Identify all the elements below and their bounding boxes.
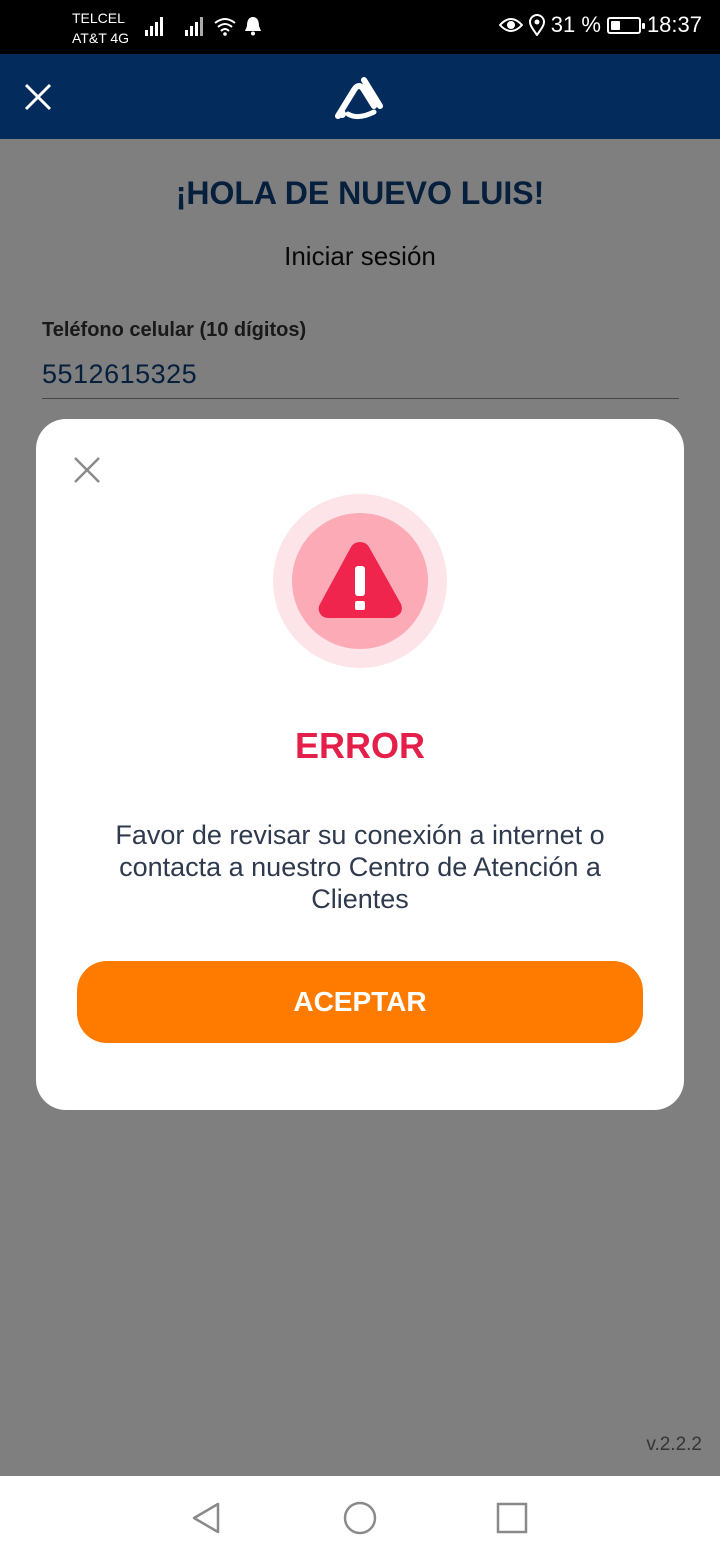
error-title: ERROR: [294, 725, 425, 766]
system-nav-bar: [0, 1476, 720, 1560]
signal-icon: [145, 17, 163, 36]
location-icon: [528, 14, 545, 36]
back-triangle-icon[interactable]: [188, 1500, 224, 1536]
battery-icon: [606, 16, 645, 34]
bell-icon: [245, 17, 261, 36]
accept-button[interactable]: ACEPTAR: [77, 961, 643, 1043]
error-dialog: ERROR Favor de revisar su conexión a int…: [36, 419, 684, 1110]
wifi-icon: [214, 18, 236, 36]
recents-square-icon[interactable]: [494, 1500, 530, 1536]
battery-percent: 31 %: [550, 12, 601, 37]
app-header: [0, 54, 720, 139]
close-icon[interactable]: [72, 455, 102, 485]
carrier-name-1: TELCEL: [72, 10, 125, 26]
status-right: 31 % 18:37: [498, 12, 702, 38]
error-message: Favor de revisar su conexión a internet …: [115, 820, 605, 914]
signal-icon-2: [185, 17, 203, 36]
battery-level: [610, 20, 621, 30]
clock: 18:37: [646, 12, 702, 37]
logo-icon: [335, 77, 383, 120]
close-icon[interactable]: [22, 81, 54, 113]
carrier-name-2: AT&T 4G: [72, 30, 130, 46]
home-circle-icon[interactable]: [342, 1500, 378, 1536]
eye-icon: [498, 18, 523, 32]
carrier-info: TELCEL AT&T 4G: [72, 8, 129, 48]
warning-icon: [273, 494, 447, 668]
status-bar: TELCEL AT&T 4G 31 % 18:37: [0, 0, 720, 54]
